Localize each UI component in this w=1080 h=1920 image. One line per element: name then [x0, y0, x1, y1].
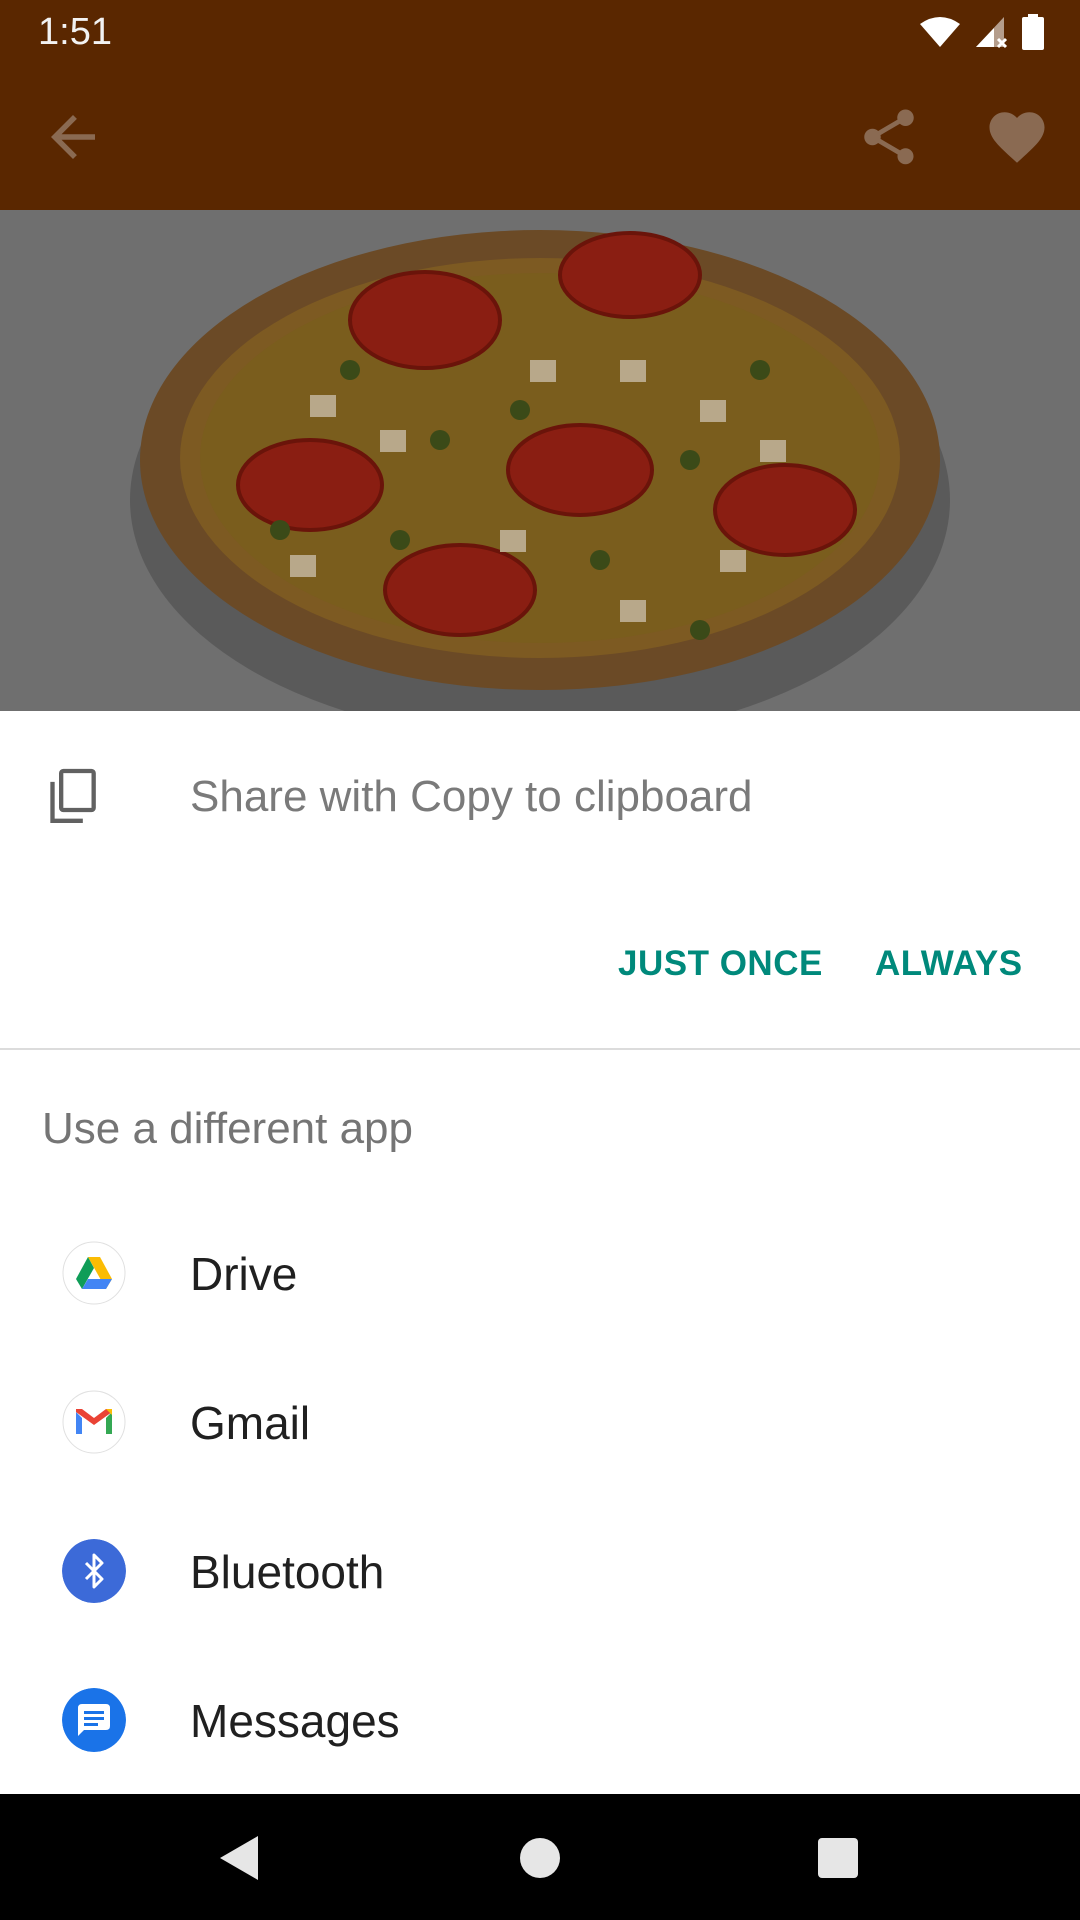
gmail-icon	[62, 1390, 126, 1454]
app-label-bluetooth: Bluetooth	[190, 1546, 385, 1598]
divider	[0, 1048, 1080, 1050]
bluetooth-icon	[62, 1539, 126, 1603]
heart-icon[interactable]	[984, 104, 1050, 170]
wifi-icon	[920, 17, 960, 47]
back-arrow-icon[interactable]	[40, 104, 106, 170]
nav-recents-icon[interactable]	[808, 1828, 868, 1888]
app-row-drive[interactable]: Drive	[0, 1199, 1080, 1348]
nav-back-icon[interactable]	[210, 1828, 270, 1888]
section-label: Use a different app	[42, 1104, 413, 1153]
nav-home-icon[interactable]	[510, 1828, 570, 1888]
app-row-bluetooth[interactable]: Bluetooth	[0, 1497, 1080, 1646]
app-label-drive: Drive	[190, 1248, 298, 1300]
share-sheet: Share with Copy to clipboard JUST ONCE A…	[0, 711, 1080, 1794]
just-once-button[interactable]: JUST ONCE	[618, 943, 823, 985]
share-icon[interactable]	[856, 104, 922, 170]
always-button[interactable]: ALWAYS	[875, 943, 1023, 985]
share-target-row[interactable]: Share with Copy to clipboard	[0, 711, 1080, 881]
messages-icon	[62, 1688, 126, 1752]
copy-icon	[50, 768, 96, 823]
app-row-gmail[interactable]: Gmail	[0, 1348, 1080, 1497]
app-row-messages[interactable]: Messages	[0, 1646, 1080, 1795]
app-label-messages: Messages	[190, 1695, 400, 1747]
pizza-image	[0, 210, 1080, 711]
signal-icon	[976, 17, 1008, 49]
battery-icon	[1022, 14, 1044, 50]
share-title: Share with Copy to clipboard	[190, 772, 753, 821]
status-icons	[920, 14, 1044, 50]
nav-bar	[0, 1794, 1080, 1920]
drive-icon	[62, 1241, 126, 1305]
app-label-gmail: Gmail	[190, 1397, 311, 1449]
status-time: 1:51	[38, 11, 112, 53]
status-bar: 1:51	[0, 0, 1080, 64]
app-bar	[0, 64, 1080, 210]
